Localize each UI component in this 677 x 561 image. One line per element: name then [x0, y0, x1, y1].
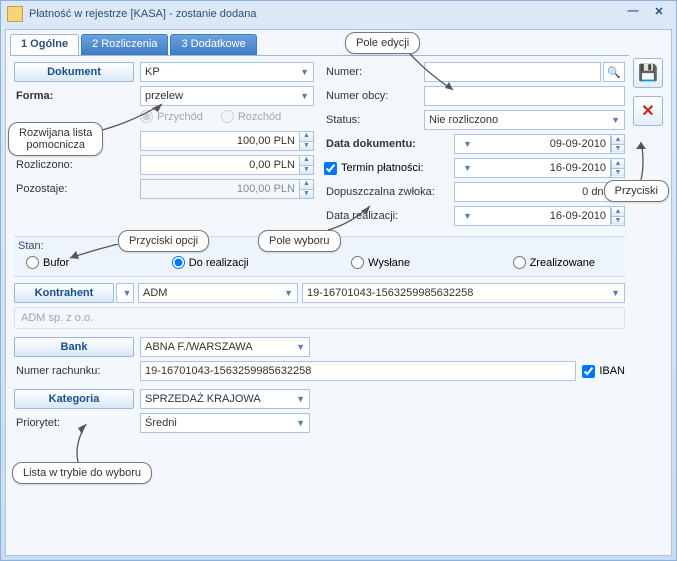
realizacji-value: 16-09-2010 — [472, 210, 606, 222]
data-dokumentu-value: 09-09-2010 — [472, 138, 606, 150]
kwota-input[interactable] — [140, 131, 314, 151]
kontrahent-account-combo[interactable]: 19-16701043-1563259985632258▼ — [302, 283, 625, 303]
zwloka-input[interactable] — [454, 182, 625, 202]
close-icon: ✕ — [641, 101, 654, 121]
stan-wyslane-radio[interactable]: Wysłane — [351, 256, 410, 269]
kategoria-combo[interactable]: SPRZEDAŻ KRAJOWA▼ — [140, 389, 310, 409]
stan-label: Stan: — [18, 240, 621, 252]
spin-down-icon: ▼ — [299, 190, 313, 199]
window-icon — [7, 6, 23, 22]
data-dokumentu-combo[interactable]: ▼ 09-09-2010 — [454, 134, 611, 154]
kwota-label: Kwota: — [14, 135, 134, 147]
spin-up-icon[interactable]: ▲ — [299, 156, 313, 166]
forma-label: Forma: — [14, 90, 134, 102]
dokument-combo[interactable]: KP ▼ — [140, 62, 314, 82]
forma-value: przelew — [145, 90, 183, 102]
rachunek-input[interactable] — [140, 361, 576, 381]
spin-down-icon[interactable]: ▼ — [299, 166, 313, 175]
tab-ogolne[interactable]: 1 Ogólne — [10, 34, 79, 55]
pozostaje-label: Pozostaje: — [14, 183, 134, 195]
zwloka-label: Dopuszczalna zwłoka: — [324, 186, 454, 198]
rachunek-label: Numer rachunku: — [14, 365, 134, 377]
kontrahent-subtext: ADM sp. z o.o. — [14, 307, 625, 329]
kontrahent-button[interactable]: Kontrahent — [14, 283, 114, 303]
window-title: Płatność w rejestrze [KASA] - zostanie d… — [29, 8, 256, 20]
dokument-button[interactable]: Dokument — [14, 62, 134, 82]
rozchod-radio: Rozchód — [221, 110, 281, 123]
window: Płatność w rejestrze [KASA] - zostanie d… — [0, 0, 677, 561]
spin-down-icon[interactable]: ▼ — [299, 142, 313, 151]
numer-obcy-label: Numer obcy: — [324, 90, 424, 102]
chevron-down-icon: ▼ — [463, 211, 472, 221]
cancel-button[interactable]: ✕ — [633, 96, 663, 126]
spin-up-icon: ▲ — [299, 180, 313, 190]
tab-dodatkowe[interactable]: 3 Dodatkowe — [170, 34, 256, 55]
iban-checkbox[interactable]: IBAN — [582, 365, 625, 378]
przychod-radio: Przychód — [140, 110, 203, 123]
chevron-down-icon: ▼ — [300, 67, 309, 77]
priorytet-label: Priorytet: — [14, 417, 134, 429]
dokument-value: KP — [145, 66, 160, 78]
search-icon: 🔍 — [607, 66, 621, 79]
status-label: Status: — [324, 114, 424, 126]
bank-combo[interactable]: ABNA F./WARSZAWA▼ — [140, 337, 310, 357]
termin-value: 16-09-2010 — [472, 162, 606, 174]
chevron-down-icon: ▼ — [463, 139, 472, 149]
realizacji-combo[interactable]: ▼ 16-09-2010 — [454, 206, 611, 226]
save-icon: 💾 — [638, 63, 658, 83]
stan-bufor-radio[interactable]: Bufor — [26, 256, 69, 269]
termin-combo[interactable]: ▼ 16-09-2010 — [454, 158, 611, 178]
numer-search-button[interactable]: 🔍 — [603, 62, 625, 82]
bank-button[interactable]: Bank — [14, 337, 134, 357]
kontrahent-combo[interactable]: ADM▼ — [138, 283, 298, 303]
stan-zrealizowane-radio[interactable]: Zrealizowane — [513, 256, 595, 269]
rozliczono-input[interactable] — [140, 155, 314, 175]
stan-group: Stan: Bufor Do realizacji Wysłane Zreali… — [14, 236, 625, 277]
rozliczono-label: Rozliczono: — [14, 159, 134, 171]
pozostaje-input — [140, 179, 314, 199]
kontrahent-dropdown[interactable]: ▼ — [116, 283, 134, 303]
chevron-down-icon: ▼ — [463, 163, 472, 173]
kategoria-button[interactable]: Kategoria — [14, 389, 134, 409]
close-button[interactable]: ✕ — [648, 5, 670, 23]
minimize-button[interactable]: — — [622, 5, 644, 23]
priorytet-combo[interactable]: Średni▼ — [140, 413, 310, 433]
spin-up-icon[interactable]: ▲ — [299, 132, 313, 142]
chevron-down-icon: ▼ — [300, 91, 309, 101]
termin-checkbox[interactable]: Termin płatności: — [324, 162, 454, 175]
status-combo[interactable]: Nie rozliczono ▼ — [424, 110, 625, 130]
callout-lista-tryb: Lista w trybie do wyboru — [12, 462, 152, 484]
data-dokumentu-label: Data dokumentu: — [324, 138, 454, 150]
status-value: Nie rozliczono — [429, 114, 498, 126]
tabs: 1 Ogólne 2 Rozliczenia 3 Dodatkowe — [10, 34, 629, 56]
numer-label: Numer: — [324, 66, 424, 78]
numer-obcy-input[interactable] — [424, 86, 625, 106]
numer-input[interactable] — [424, 62, 601, 82]
forma-combo[interactable]: przelew ▼ — [140, 86, 314, 106]
chevron-down-icon: ▼ — [611, 115, 620, 125]
titlebar: Płatność w rejestrze [KASA] - zostanie d… — [1, 1, 676, 27]
save-button[interactable]: 💾 — [633, 58, 663, 88]
realizacji-label: Data realizacji: — [324, 210, 454, 222]
tab-rozliczenia[interactable]: 2 Rozliczenia — [81, 34, 168, 55]
stan-dorealizacji-radio[interactable]: Do realizacji — [172, 256, 249, 269]
